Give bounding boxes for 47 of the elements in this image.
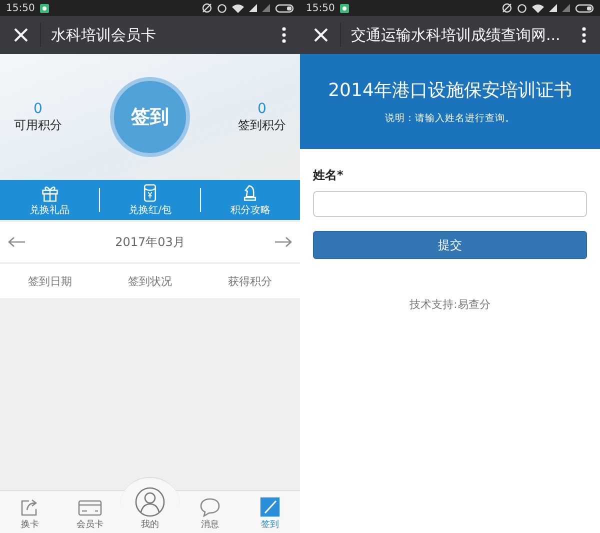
month-label: 2017年03月 xyxy=(115,234,185,250)
field-label: 姓名* xyxy=(313,167,344,184)
status-time: 15:50 xyxy=(6,2,35,14)
mute-icon xyxy=(202,3,212,13)
tab-item[interactable]: 换卡 xyxy=(0,491,60,533)
tab-item[interactable]: 消息 xyxy=(180,491,240,533)
tab-item[interactable]: 会员卡 xyxy=(60,491,120,533)
action-button[interactable]: 兑换红/包 xyxy=(100,184,200,216)
page-title: 交通运输水科培训成绩查询网... xyxy=(351,26,562,44)
wifi-icon xyxy=(232,3,244,13)
support-text: 技术支持:易查分 xyxy=(408,297,492,312)
points-value: 0 xyxy=(258,100,266,116)
close-icon[interactable] xyxy=(14,28,28,42)
app-notification-icon xyxy=(40,4,49,12)
points-label: 可用积分 xyxy=(14,116,62,134)
status-time: 15:50 xyxy=(306,2,335,14)
instruction-text: 说明：请输入姓名进行查询。 xyxy=(385,112,515,125)
points-label: 签到积分 xyxy=(238,116,286,134)
battery-icon xyxy=(275,4,294,12)
certificate-title: 2014年港口设施保安培训证书 xyxy=(328,79,572,102)
checkin-button[interactable]: 签到 xyxy=(110,77,190,157)
app-notification-icon xyxy=(340,4,349,12)
column-header: 获得积分 xyxy=(227,274,273,288)
name-input-field[interactable] xyxy=(313,191,587,217)
tab-item[interactable]: 签到 xyxy=(240,491,300,533)
points-value: 0 xyxy=(34,100,42,116)
page-title: 水科培训会员卡 xyxy=(51,26,157,44)
gift-icon xyxy=(40,184,59,202)
person-icon xyxy=(135,487,165,517)
alarm-icon xyxy=(217,3,227,13)
chat-bubble-icon xyxy=(199,497,221,517)
more-menu-icon[interactable] xyxy=(582,27,586,43)
wifi-icon xyxy=(532,3,544,13)
column-header: 签到状况 xyxy=(127,274,173,288)
submit-button[interactable]: 提交 xyxy=(313,231,587,259)
close-icon[interactable] xyxy=(314,28,328,42)
action-button[interactable]: 积分攻略 xyxy=(200,184,300,216)
edit-icon xyxy=(260,497,280,517)
card-icon xyxy=(78,499,102,517)
previous-arrow-icon[interactable] xyxy=(8,237,26,247)
more-menu-icon[interactable] xyxy=(282,27,286,43)
next-arrow-icon[interactable] xyxy=(274,237,292,247)
column-header: 签到日期 xyxy=(27,274,73,288)
battery-icon xyxy=(575,4,594,12)
action-button[interactable]: 兑换礼品 xyxy=(0,184,100,216)
alarm-icon xyxy=(517,3,527,13)
mute-icon xyxy=(502,3,512,13)
